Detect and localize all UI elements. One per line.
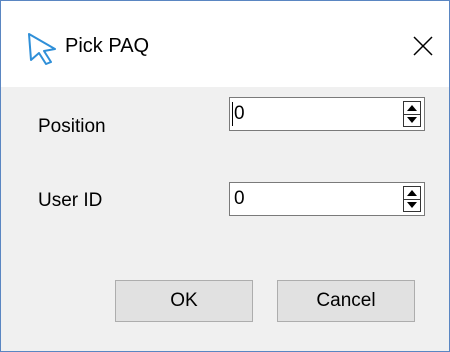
user-id-decrement-button[interactable]	[404, 199, 420, 211]
position-spin-arrows	[403, 101, 421, 127]
pick-paq-dialog: Pick PAQ Position 0 User ID 0 OK Cancel	[0, 0, 450, 352]
position-spinbox[interactable]: 0	[229, 97, 425, 131]
window-title: Pick PAQ	[65, 35, 150, 57]
ok-button[interactable]: OK	[115, 280, 253, 322]
cancel-button[interactable]: Cancel	[277, 280, 415, 322]
close-button[interactable]	[397, 23, 449, 69]
position-label: Position	[38, 116, 106, 137]
cursor-arrow-icon	[25, 31, 59, 65]
close-icon	[413, 36, 433, 56]
position-value[interactable]: 0	[234, 102, 245, 126]
position-decrement-button[interactable]	[404, 114, 420, 126]
title-bar: Pick PAQ	[1, 1, 449, 87]
user-id-spin-arrows	[403, 186, 421, 212]
user-id-spinbox[interactable]: 0	[229, 182, 425, 216]
user-id-value[interactable]: 0	[234, 187, 245, 211]
user-id-label: User ID	[38, 190, 103, 211]
text-caret	[232, 102, 233, 126]
